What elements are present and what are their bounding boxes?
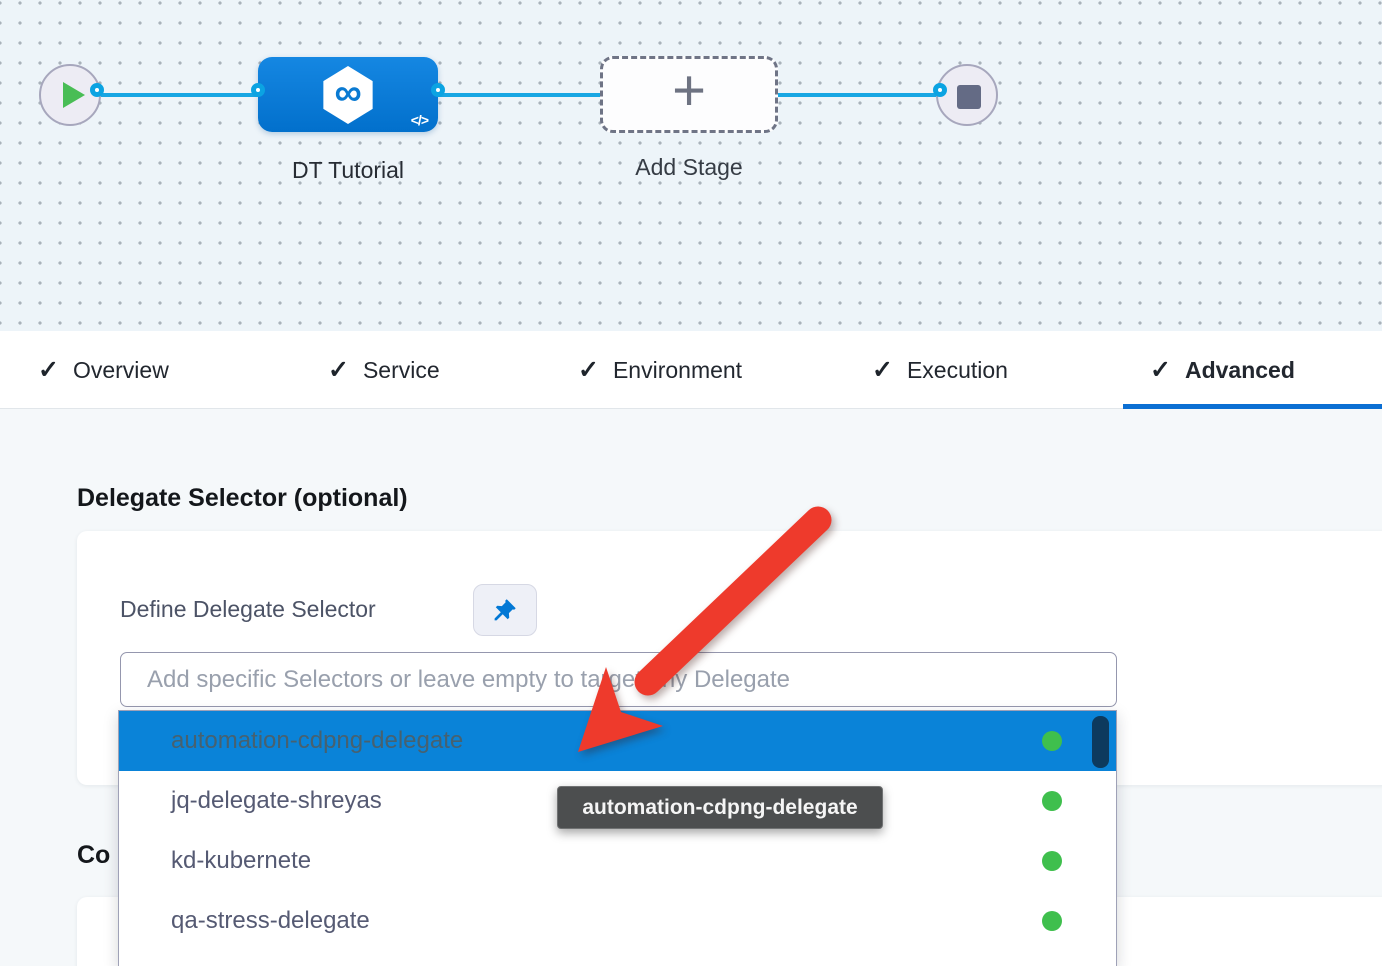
tab-advanced[interactable]: ✓ Advanced [1150, 331, 1295, 409]
pipeline-advanced-page: ∞ </> DT Tutorial + Add Stage ✓ Overview… [0, 0, 1382, 966]
pushpin-icon [492, 597, 518, 623]
delegate-dropdown-menu: automation-cdpng-delegate jq-delegate-sh… [118, 710, 1117, 966]
tab-overview[interactable]: ✓ Overview [38, 331, 169, 409]
pin-toggle-button[interactable] [473, 584, 537, 636]
stage-tabbar: ✓ Overview ✓ Service ✓ Environment ✓ Exe… [0, 331, 1382, 409]
pipeline-canvas[interactable]: ∞ </> DT Tutorial + Add Stage [0, 0, 1382, 331]
add-stage-button[interactable]: + [600, 56, 778, 133]
check-icon: ✓ [1150, 355, 1171, 385]
end-node-port[interactable] [933, 83, 947, 97]
tab-service[interactable]: ✓ Service [328, 331, 440, 409]
pipeline-end-node[interactable] [936, 64, 998, 126]
stage-left-port[interactable] [251, 83, 265, 97]
tab-label: Service [363, 357, 440, 384]
delegate-tooltip: automation-cdpng-delegate [557, 786, 883, 829]
code-icon: </> [411, 112, 428, 128]
status-dot-icon [1042, 791, 1062, 811]
check-icon: ✓ [38, 355, 59, 385]
stage-node-dt-tutorial[interactable]: ∞ </> [258, 57, 438, 132]
status-dot-icon [1042, 731, 1062, 751]
active-tab-indicator [1123, 404, 1382, 409]
dropdown-option[interactable]: qa-stress-delegate [119, 891, 1116, 951]
define-delegate-selector-label: Define Delegate Selector [120, 596, 376, 623]
dropdown-option[interactable]: automation-cdpng-delegate [119, 711, 1116, 771]
delegate-selector-section-title: Delegate Selector (optional) [77, 484, 408, 513]
stage-label: DT Tutorial [292, 157, 404, 184]
check-icon: ✓ [578, 355, 599, 385]
start-node-port[interactable] [90, 83, 104, 97]
next-section-heading-partial: Co [77, 841, 110, 870]
status-dot-icon [1042, 851, 1062, 871]
tab-label: Execution [907, 357, 1008, 384]
check-icon: ✓ [328, 355, 349, 385]
delegate-selector-input[interactable] [120, 652, 1117, 707]
dropdown-scrollbar-thumb[interactable] [1092, 716, 1109, 768]
tab-execution[interactable]: ✓ Execution [872, 331, 1008, 409]
tab-label: Overview [73, 357, 169, 384]
deployment-stage-icon: ∞ [320, 66, 376, 124]
tab-label: Advanced [1185, 357, 1295, 384]
stage-right-port[interactable] [431, 83, 445, 97]
check-icon: ✓ [872, 355, 893, 385]
play-icon [63, 82, 85, 108]
add-stage-label: Add Stage [635, 154, 742, 181]
tab-label: Environment [613, 357, 742, 384]
status-dot-icon [1042, 911, 1062, 931]
tab-environment[interactable]: ✓ Environment [578, 331, 742, 409]
stop-icon [957, 85, 981, 109]
dropdown-option[interactable]: kd-kubernete [119, 831, 1116, 891]
plus-icon: + [672, 68, 706, 114]
